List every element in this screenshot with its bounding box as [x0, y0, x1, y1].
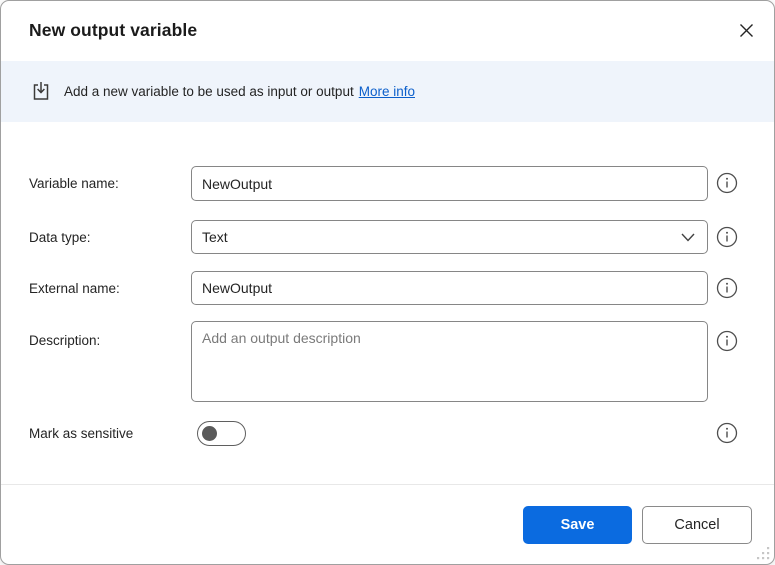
variable-name-info-button[interactable]: [715, 171, 739, 195]
info-banner: Add a new variable to be used as input o…: [1, 61, 774, 122]
external-name-info-button[interactable]: [715, 276, 739, 300]
description-label: Description:: [29, 333, 100, 348]
chevron-down-icon: [681, 233, 695, 242]
info-icon: [716, 277, 738, 299]
toggle-knob: [202, 426, 217, 441]
info-icon: [716, 172, 738, 194]
description-textarea[interactable]: [191, 321, 708, 402]
variable-name-label: Variable name:: [29, 176, 119, 191]
mark-as-sensitive-label: Mark as sensitive: [29, 426, 133, 441]
description-info-button[interactable]: [715, 329, 739, 353]
new-output-variable-dialog: New output variable Add a new variable t…: [0, 0, 775, 565]
sensitive-info-button[interactable]: [715, 421, 739, 445]
info-icon: [716, 422, 738, 444]
output-variable-icon: [31, 81, 51, 102]
save-button[interactable]: Save: [523, 506, 632, 544]
external-name-label: External name:: [29, 281, 120, 296]
info-icon: [716, 226, 738, 248]
data-type-label: Data type:: [29, 230, 91, 245]
data-type-value: Text: [202, 229, 681, 245]
data-type-info-button[interactable]: [715, 225, 739, 249]
close-icon: [739, 23, 754, 38]
info-icon: [716, 330, 738, 352]
resize-grip[interactable]: [756, 546, 771, 561]
banner-text: Add a new variable to be used as input o…: [64, 84, 354, 99]
more-info-link[interactable]: More info: [359, 84, 415, 99]
external-name-input[interactable]: [191, 271, 708, 305]
page-title: New output variable: [29, 20, 197, 41]
footer-separator: [1, 484, 774, 485]
close-button[interactable]: [730, 14, 762, 46]
data-type-select[interactable]: Text: [191, 220, 708, 254]
cancel-button[interactable]: Cancel: [642, 506, 752, 544]
sensitive-toggle[interactable]: [197, 421, 246, 446]
variable-name-input[interactable]: [191, 166, 708, 201]
